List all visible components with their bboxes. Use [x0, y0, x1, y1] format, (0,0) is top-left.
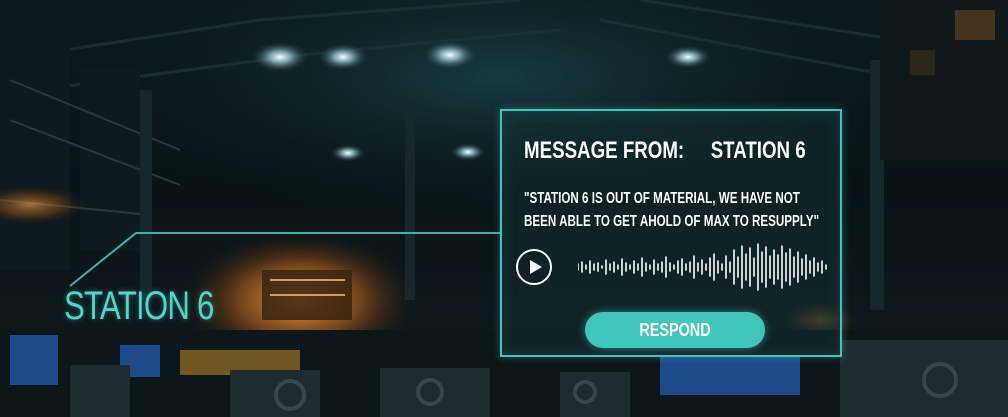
message-panel: MESSAGE FROM: STATION 6 "STATION 6 IS OUT…	[500, 109, 842, 357]
respond-button[interactable]: RESPOND	[585, 312, 765, 348]
message-body: "STATION 6 IS OUT OF MATERIAL, WE HAVE N…	[524, 190, 820, 230]
respond-button-label: RESPOND	[639, 320, 711, 340]
play-icon	[530, 260, 542, 274]
message-sender: STATION 6	[710, 137, 806, 164]
message-heading: MESSAGE FROM: STATION 6	[524, 137, 806, 165]
message-heading-prefix: MESSAGE FROM:	[524, 137, 685, 164]
station-label: STATION 6	[64, 284, 214, 328]
audio-waveform	[578, 243, 827, 291]
play-button[interactable]	[516, 249, 552, 285]
